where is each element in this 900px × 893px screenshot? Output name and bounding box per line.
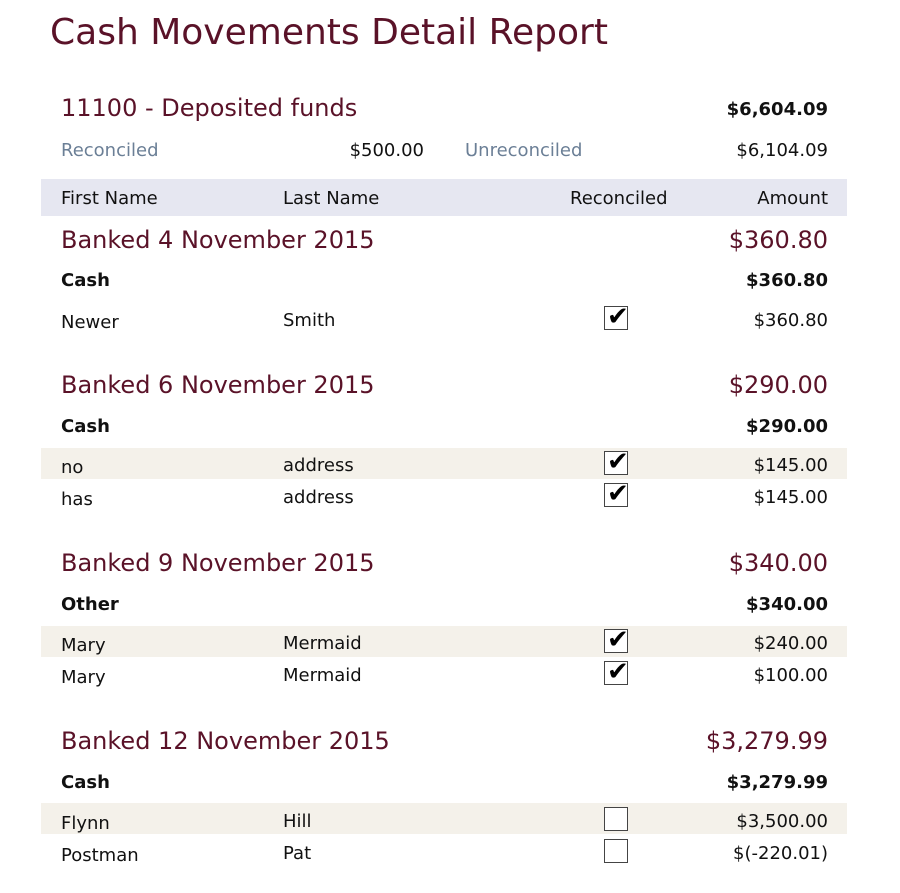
group-total: $340.00 (728, 549, 828, 577)
cell-amount: $145.00 (753, 487, 828, 508)
payment-method: Cash (61, 772, 110, 793)
cell-first-name: Postman (61, 845, 139, 866)
group-title: Banked 12 November 2015 (61, 727, 390, 755)
cell-amount: $360.80 (753, 310, 828, 331)
cell-amount: $100.00 (753, 665, 828, 686)
account-total: $6,604.09 (726, 99, 828, 120)
group-total: $3,279.99 (705, 727, 828, 755)
group-title: Banked 4 November 2015 (61, 226, 375, 254)
cell-last-name: Hill (283, 811, 312, 832)
reconciled-checkbox[interactable] (604, 657, 629, 687)
table-row-stripe (41, 803, 847, 834)
report-title: Cash Movements Detail Report (50, 12, 608, 53)
cell-first-name: has (61, 489, 93, 510)
cell-first-name: Flynn (61, 813, 110, 834)
reconciled-checkbox[interactable] (604, 625, 629, 655)
unreconciled-label: Unreconciled (465, 140, 583, 161)
reconciled-checkbox[interactable] (604, 447, 629, 477)
cell-last-name: address (283, 455, 354, 476)
reconciled-value: $500.00 (349, 140, 424, 161)
unreconciled-value: $6,104.09 (736, 140, 828, 161)
payment-method: Cash (61, 416, 110, 437)
table-row-stripe (41, 448, 847, 479)
cell-first-name: Newer (61, 312, 119, 333)
cell-last-name: Pat (283, 843, 312, 864)
cell-last-name: address (283, 487, 354, 508)
group-title: Banked 9 November 2015 (61, 549, 375, 577)
reconciled-label: Reconciled (61, 140, 159, 161)
payment-method: Other (61, 594, 119, 615)
payment-method-total: $340.00 (746, 594, 828, 615)
group-title: Banked 6 November 2015 (61, 371, 375, 399)
group-total: $360.80 (728, 226, 828, 254)
cell-last-name: Mermaid (283, 665, 362, 686)
cell-first-name: no (61, 457, 84, 478)
payment-method-total: $3,279.99 (726, 772, 828, 793)
column-header-last-name: Last Name (283, 188, 380, 209)
reconciled-checkbox[interactable] (604, 839, 628, 863)
column-header-amount: Amount (757, 188, 828, 209)
payment-method: Cash (61, 270, 110, 291)
payment-method-total: $290.00 (746, 416, 828, 437)
cell-first-name: Mary (61, 635, 106, 656)
cell-amount: $145.00 (753, 455, 828, 476)
payment-method-total: $360.80 (746, 270, 828, 291)
group-total: $290.00 (728, 371, 828, 399)
cell-first-name: Mary (61, 667, 106, 688)
reconciled-checkbox[interactable] (604, 807, 628, 831)
cell-amount: $3,500.00 (736, 811, 828, 832)
table-row-stripe (41, 626, 847, 657)
cell-amount: $240.00 (753, 633, 828, 654)
column-header-first-name: First Name (61, 188, 158, 209)
cell-last-name: Mermaid (283, 633, 362, 654)
cell-amount: $(-220.01) (733, 843, 828, 864)
account-name: 11100 - Deposited funds (61, 94, 358, 122)
column-header-bar (41, 179, 847, 216)
reconciled-checkbox[interactable] (604, 302, 629, 332)
reconciled-checkbox[interactable] (604, 479, 629, 509)
cell-last-name: Smith (283, 310, 336, 331)
column-header-reconciled: Reconciled (570, 188, 668, 209)
